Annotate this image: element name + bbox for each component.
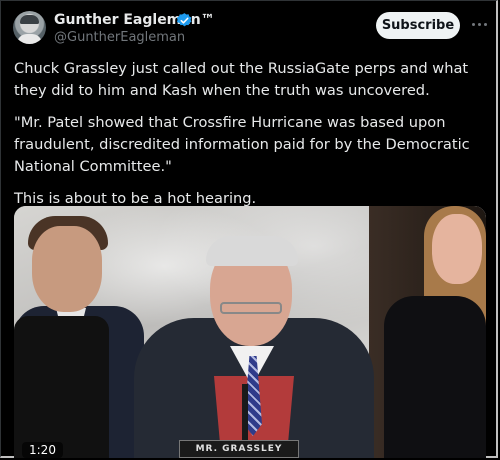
video-timestamp: 1:20	[22, 442, 63, 458]
subscribe-button[interactable]: Subscribe	[376, 12, 460, 39]
right-person-face	[432, 214, 482, 284]
author-handle[interactable]: @GuntherEagleman	[54, 30, 185, 45]
main-person-hair	[206, 236, 298, 266]
left-person-head	[32, 226, 102, 312]
verified-badge-icon	[176, 13, 192, 27]
tweet-paragraph-2: "Mr. Patel showed that Crossfire Hurrica…	[14, 114, 470, 175]
tweet-paragraph-1: Chuck Grassley just called out the Russi…	[14, 60, 469, 99]
right-person-body	[384, 296, 486, 458]
more-horizontal-icon[interactable]	[470, 14, 490, 34]
avatar-cap	[20, 15, 39, 24]
chair	[14, 316, 109, 458]
tweet-text: Chuck Grassley just called out the Russi…	[14, 58, 488, 220]
video-player[interactable]	[14, 206, 486, 458]
nameplate: MR. GRASSLEY	[179, 440, 299, 458]
main-person-glasses	[220, 302, 282, 314]
avatar[interactable]	[13, 11, 46, 44]
avatar-shirt	[17, 34, 42, 44]
